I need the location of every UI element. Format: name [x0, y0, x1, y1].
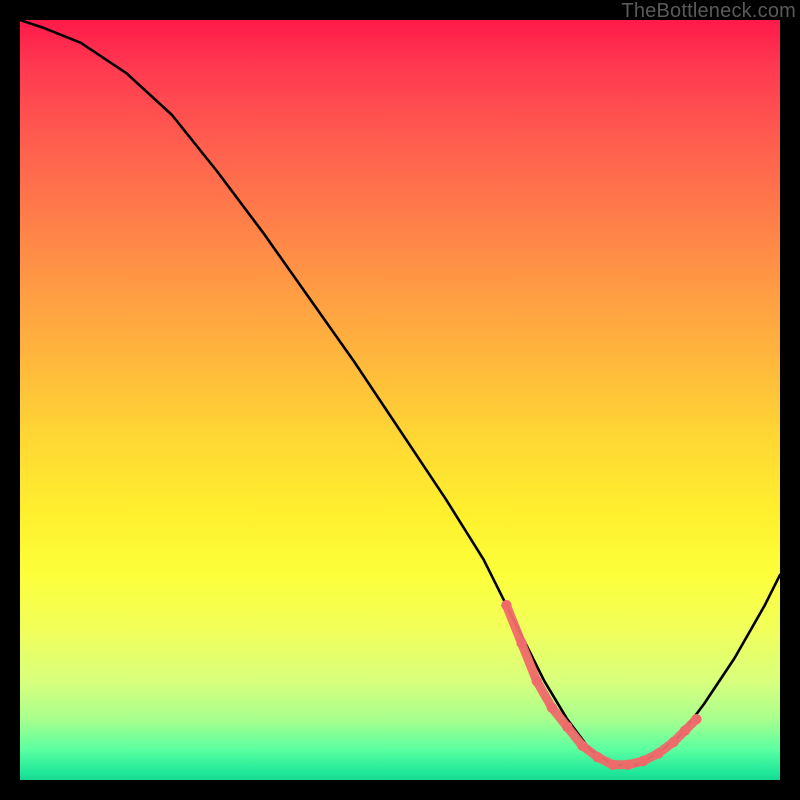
highlight-dot: [623, 760, 633, 770]
highlight-dot: [653, 748, 663, 758]
highlight-dot: [562, 722, 572, 732]
bottleneck-curve-path: [20, 20, 780, 765]
chart-frame: TheBottleneck.com: [0, 0, 800, 800]
highlight-dot: [516, 638, 526, 648]
highlight-dot: [577, 741, 587, 751]
highlight-dot: [532, 676, 542, 686]
highlight-dot: [608, 760, 618, 770]
highlight-dots: [501, 600, 701, 770]
highlight-dot: [680, 725, 690, 735]
highlight-dot: [668, 737, 678, 747]
highlight-dot: [691, 714, 701, 724]
plot-area: [20, 20, 780, 780]
chart-svg: [20, 20, 780, 780]
highlight-dot: [501, 600, 511, 610]
highlight-dot: [638, 756, 648, 766]
bottleneck-curve: [20, 20, 780, 765]
highlight-dot: [592, 752, 602, 762]
highlight-dot: [547, 703, 557, 713]
